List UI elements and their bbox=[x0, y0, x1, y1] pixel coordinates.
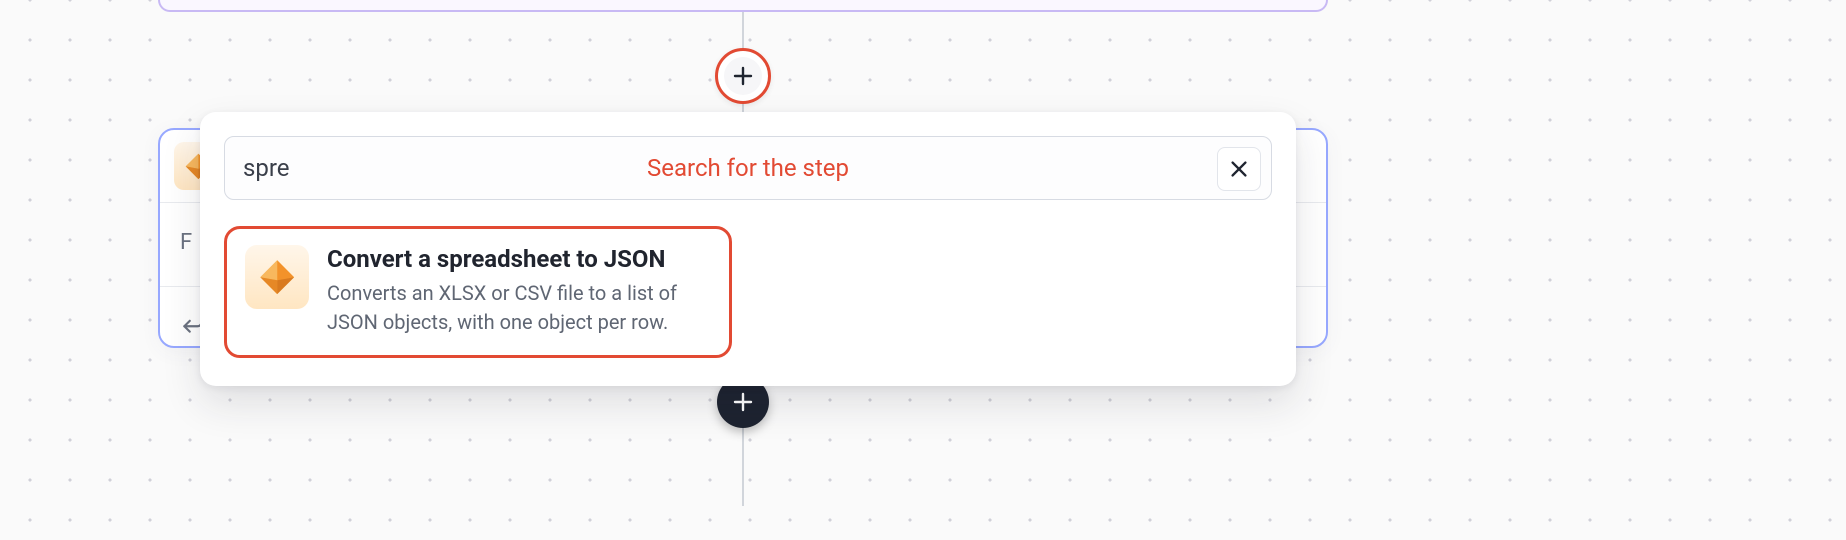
step-search-popup: Search for the step Convert a spreadshee… bbox=[200, 112, 1296, 386]
clear-search-button[interactable] bbox=[1217, 147, 1261, 191]
search-field-wrap[interactable]: Search for the step bbox=[224, 136, 1272, 200]
result-title: Convert a spreadsheet to JSON bbox=[327, 245, 711, 273]
add-step-button[interactable] bbox=[715, 48, 771, 104]
previous-step-card bbox=[158, 0, 1328, 12]
step-field-label: F bbox=[180, 230, 192, 255]
connector-line bbox=[742, 426, 744, 506]
result-description: Converts an XLSX or CSV file to a list o… bbox=[327, 279, 711, 337]
search-input[interactable] bbox=[243, 154, 443, 182]
close-icon bbox=[1228, 158, 1250, 180]
result-icon bbox=[245, 245, 309, 309]
search-hint-label: Search for the step bbox=[647, 154, 849, 182]
spreadsheet-octahedron-icon bbox=[258, 258, 296, 296]
connector-line bbox=[742, 12, 744, 48]
search-result-item[interactable]: Convert a spreadsheet to JSON Converts a… bbox=[224, 226, 732, 358]
plus-icon bbox=[731, 64, 755, 88]
result-text: Convert a spreadsheet to JSON Converts a… bbox=[327, 245, 711, 337]
plus-icon bbox=[731, 390, 755, 414]
